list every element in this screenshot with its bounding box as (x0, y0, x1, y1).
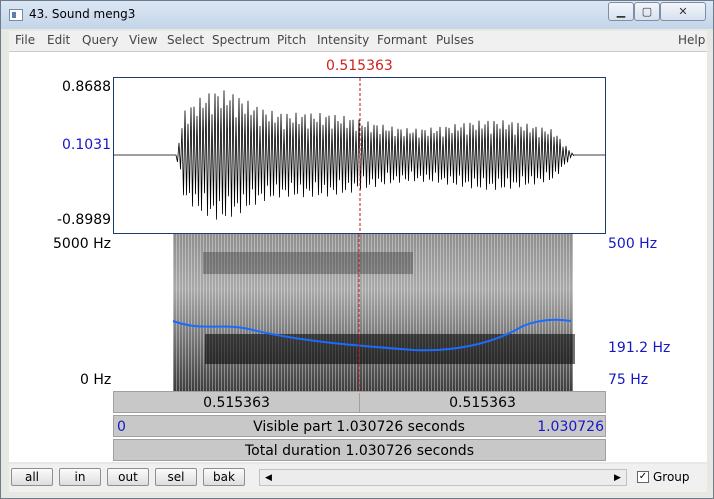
horizontal-scrollbar[interactable]: ◀ ▶ (259, 469, 627, 486)
spectrogram-freq-top-label: 5000 Hz (53, 236, 111, 252)
cursor-time-label: 0.515363 (326, 58, 393, 74)
visible-end-label: 1.030726 (537, 419, 604, 435)
sound-editor-window: 43. Sound meng3 ▁ ▢ ✕ File Edit Query Vi… (0, 0, 714, 499)
zoom-in-button[interactable]: in (59, 468, 101, 486)
zoom-all-button[interactable]: all (11, 468, 53, 486)
maximize-button[interactable]: ▢ (634, 2, 660, 21)
time-bar-left[interactable]: 0.515363 (114, 393, 360, 413)
waveform-min-label: -0.8989 (57, 212, 112, 228)
cursor-time-bar[interactable]: 0.515363 0.515363 (113, 391, 606, 413)
waveform-plot (114, 78, 605, 233)
minimize-icon: ▁ (616, 5, 626, 18)
menu-pitch[interactable]: Pitch (277, 33, 306, 47)
menu-help[interactable]: Help (678, 33, 705, 47)
app-icon (9, 9, 23, 21)
group-toggle[interactable]: ✓ Group (637, 470, 690, 484)
group-checkbox[interactable]: ✓ (637, 471, 649, 483)
waveform-max-label: 0.8688 (62, 79, 111, 95)
menu-spectrum[interactable]: Spectrum (212, 33, 270, 47)
menu-intensity[interactable]: Intensity (317, 33, 369, 47)
visible-start-label: 0 (117, 419, 126, 435)
menu-query[interactable]: Query (82, 33, 118, 47)
window-title: 43. Sound meng3 (29, 7, 136, 21)
pitch-top-label: 500 Hz (608, 236, 658, 252)
visible-part-label: Visible part 1.030726 seconds (253, 419, 465, 435)
zoom-back-button[interactable]: bak (203, 468, 245, 486)
visible-part-bar[interactable]: 0 Visible part 1.030726 seconds 1.030726 (113, 415, 606, 437)
waveform-cursor-value-label: 0.1031 (62, 137, 111, 153)
total-duration-label: Total duration 1.030726 seconds (245, 443, 474, 459)
pitch-bottom-label: 75 Hz (608, 372, 649, 388)
scroll-left-icon[interactable]: ◀ (261, 470, 276, 485)
menu-edit[interactable]: Edit (47, 33, 70, 47)
close-icon: ✕ (678, 5, 688, 18)
bottom-toolbar: all in out sel bak ◀ ▶ ✓ Group (9, 464, 707, 492)
waveform-panel[interactable] (113, 77, 606, 234)
title-bar: 43. Sound meng3 ▁ ▢ ✕ (1, 1, 713, 29)
menu-select[interactable]: Select (167, 33, 204, 47)
menu-formant[interactable]: Formant (377, 33, 427, 47)
group-label: Group (653, 470, 690, 484)
minimize-button[interactable]: ▁ (608, 2, 634, 21)
zoom-out-button[interactable]: out (107, 468, 149, 486)
menu-view[interactable]: View (129, 33, 157, 47)
menu-bar: File Edit Query View Select Spectrum Pit… (9, 31, 707, 52)
maximize-icon: ▢ (641, 5, 653, 18)
menu-file[interactable]: File (15, 33, 35, 47)
zoom-selection-button[interactable]: sel (155, 468, 197, 486)
close-button[interactable]: ✕ (660, 2, 706, 21)
time-bar-right[interactable]: 0.515363 (360, 393, 605, 413)
spectrogram-freq-bottom-label: 0 Hz (80, 372, 112, 388)
menu-pulses[interactable]: Pulses (436, 33, 474, 47)
total-duration-bar[interactable]: Total duration 1.030726 seconds (113, 439, 606, 461)
pitch-mid-label: 191.2 Hz (608, 340, 671, 356)
spectrogram-panel[interactable] (113, 234, 606, 391)
spectrogram-plot (172, 234, 575, 391)
scroll-right-icon[interactable]: ▶ (610, 470, 625, 485)
formant-band-upper (203, 252, 413, 274)
